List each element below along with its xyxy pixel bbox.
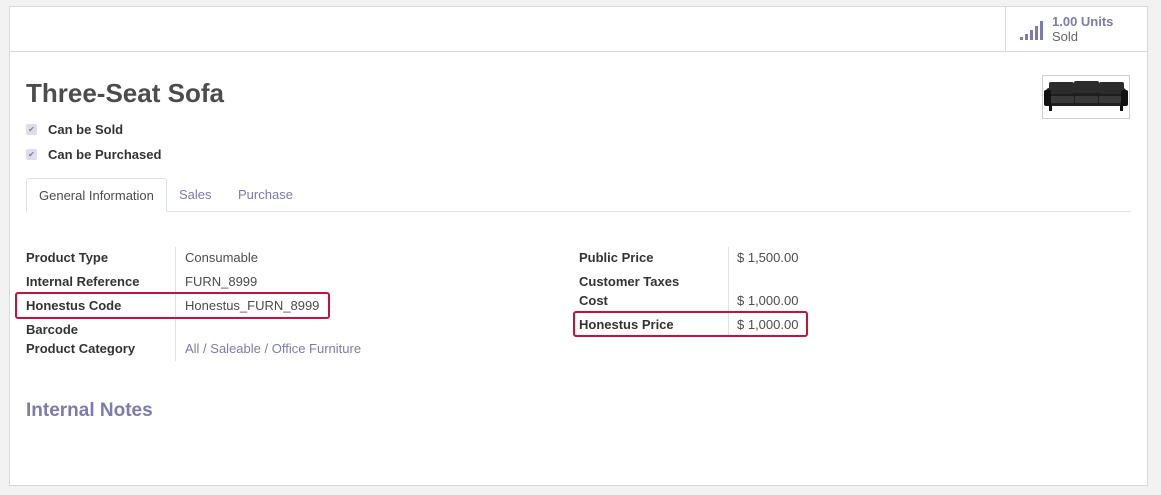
product-category-link[interactable]: All / Saleable / Office Furniture (185, 341, 361, 356)
honestus-code-highlight (15, 292, 330, 319)
internal-reference-value[interactable]: FURN_8999 (185, 274, 257, 289)
barcode-label: Barcode (26, 322, 79, 337)
can-be-purchased-label: Can be Purchased (48, 147, 162, 162)
checkmark-icon: ✔ (28, 149, 35, 159)
tab-general-information[interactable]: General Information (26, 178, 167, 212)
checkmark-icon: ✔ (28, 124, 35, 134)
form-sheet: 1.00 Units Sold Three-Seat Sofa ✔ Can be… (9, 6, 1148, 486)
cost-value[interactable]: $ 1,000.00 (737, 293, 798, 308)
bar-chart-icon (1020, 18, 1044, 40)
units-sold-value: 1.00 Units (1052, 14, 1114, 29)
can-be-purchased-checkbox[interactable]: ✔ (26, 149, 37, 160)
form-tabs: General Information Sales Purchase (26, 178, 1131, 212)
product-category-label: Product Category (26, 341, 136, 356)
product-type-label: Product Type (26, 250, 109, 265)
can-be-sold-row: ✔ Can be Sold (26, 122, 123, 137)
can-be-purchased-row: ✔ Can be Purchased (26, 147, 161, 162)
public-price-value[interactable]: $ 1,500.00 (737, 250, 798, 265)
units-sold-button[interactable]: 1.00 Units Sold (1005, 7, 1147, 51)
honestus-price-highlight (573, 311, 808, 337)
internal-notes-title: Internal Notes (26, 400, 153, 421)
tab-purchase[interactable]: Purchase (226, 178, 305, 211)
cost-label: Cost (579, 293, 608, 308)
public-price-label: Public Price (579, 250, 654, 265)
product-name[interactable]: Three-Seat Sofa (26, 78, 224, 109)
tab-sales[interactable]: Sales (167, 178, 224, 211)
internal-reference-label: Internal Reference (26, 274, 140, 289)
button-box: 1.00 Units Sold (10, 7, 1147, 52)
units-sold-label: Sold (1052, 29, 1079, 44)
customer-taxes-label: Customer Taxes (579, 274, 680, 289)
product-image[interactable] (1042, 75, 1130, 119)
product-type-value[interactable]: Consumable (185, 250, 258, 265)
can-be-sold-checkbox[interactable]: ✔ (26, 124, 37, 135)
can-be-sold-label: Can be Sold (48, 122, 124, 137)
sofa-image (1044, 81, 1128, 111)
